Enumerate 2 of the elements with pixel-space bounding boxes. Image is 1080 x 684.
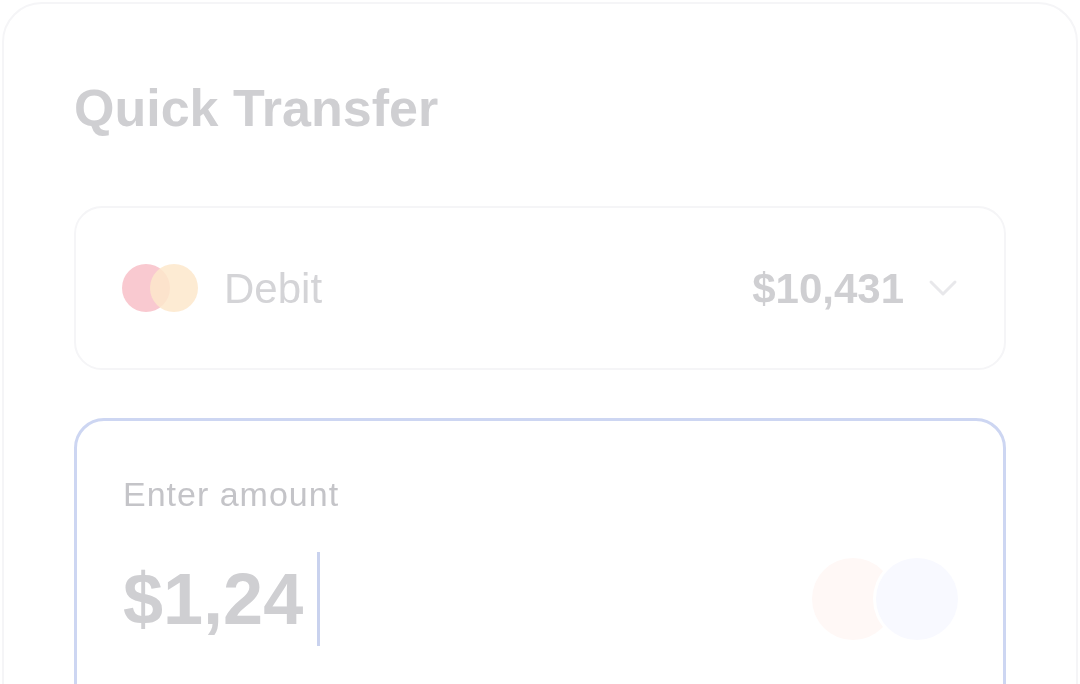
card-logo-icon: [122, 264, 198, 312]
amount-label: Enter amount: [123, 474, 340, 515]
